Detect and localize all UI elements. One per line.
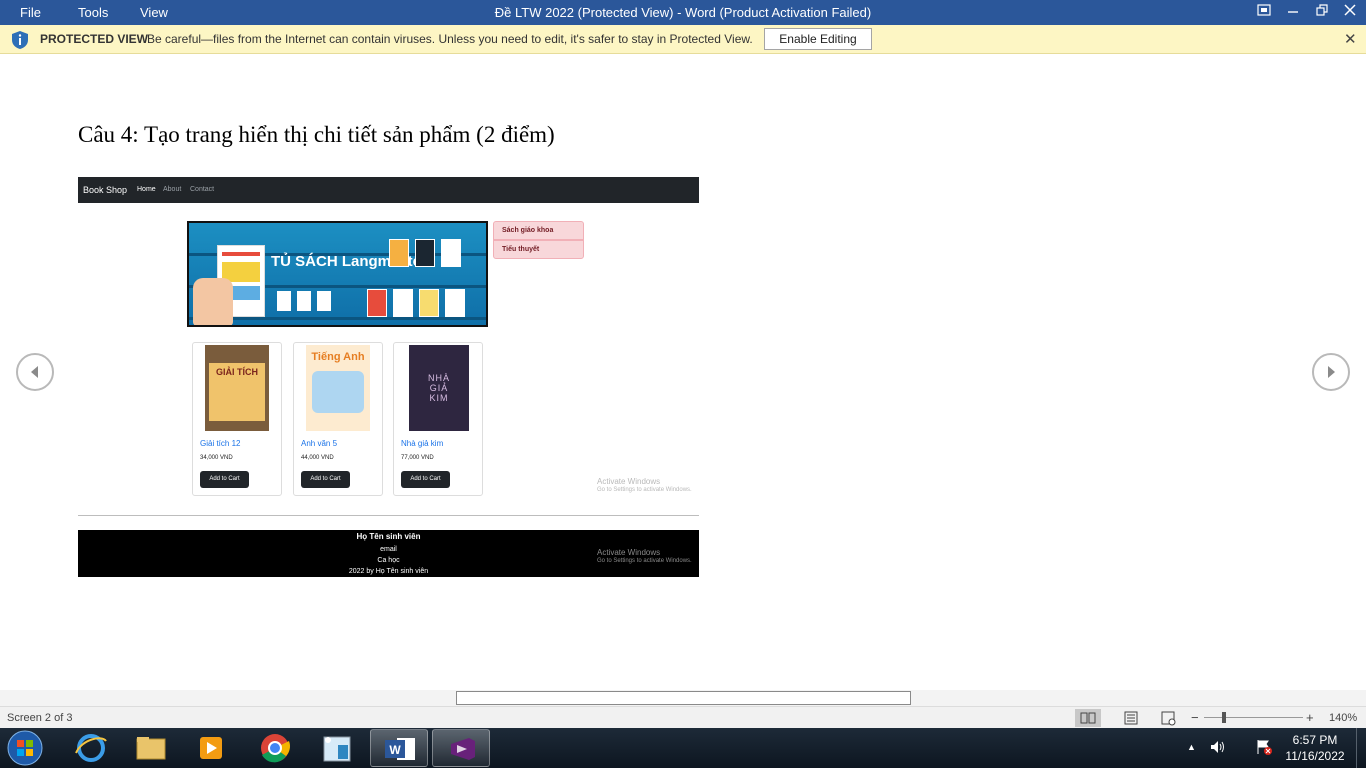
start-button[interactable] <box>2 729 50 767</box>
print-layout-icon[interactable] <box>1118 709 1144 727</box>
next-screen-button[interactable] <box>1312 353 1350 391</box>
action-center-flag-icon[interactable] <box>1255 738 1273 759</box>
chrome-icon[interactable] <box>246 729 304 767</box>
enable-editing-button[interactable]: Enable Editing <box>764 28 872 50</box>
minimize-icon[interactable] <box>1283 3 1303 21</box>
cover-title: GIẢI TÍCH <box>209 363 265 421</box>
windows-taskbar: W ▲ 6:57 PM 11/16/2022 <box>0 728 1366 768</box>
activate-subtitle: Go to Settings to activate Windows. <box>597 558 692 564</box>
activate-title: Activate Windows <box>597 477 661 486</box>
cover-title: NHÀ GIẢ KIM <box>427 373 450 403</box>
embedded-nav-about: About <box>163 186 182 193</box>
zoom-slider[interactable] <box>1204 717 1303 718</box>
chevron-right-icon <box>1328 366 1335 378</box>
footer-copyright: 2022 by Họ Tên sinh viên <box>348 568 429 575</box>
embedded-brand: Book Shop <box>83 185 128 195</box>
embedded-banner-image: TỦ SÁCH Langmaster <box>187 221 488 327</box>
product-cover-image: GIẢI TÍCH <box>205 345 269 431</box>
show-desktop-button[interactable] <box>1356 728 1366 768</box>
tray-expand-icon[interactable]: ▲ <box>1187 742 1196 752</box>
internet-explorer-icon[interactable] <box>62 729 120 767</box>
close-icon[interactable] <box>1340 3 1360 21</box>
title-bar: File Tools View Đề LTW 2022 (Protected V… <box>0 0 1366 25</box>
visual-studio-icon[interactable] <box>432 729 490 767</box>
activate-windows-watermark: Activate Windows Go to Settings to activ… <box>597 477 692 493</box>
zoom-level[interactable]: 140% <box>1329 712 1357 724</box>
product-cover-image: NHÀ GIẢ KIM <box>409 345 469 431</box>
screen-indicator: Screen 2 of 3 <box>7 712 73 724</box>
zoom-in-icon[interactable]: + <box>1306 710 1314 725</box>
dismiss-bar-icon[interactable]: ✕ <box>1344 30 1357 48</box>
web-layout-icon[interactable] <box>1155 709 1181 727</box>
activate-windows-watermark: Activate Windows Go to Settings to activ… <box>597 548 692 564</box>
embedded-nav-home: Home <box>137 186 156 193</box>
app-icon[interactable] <box>308 729 366 767</box>
product-name: Giải tích 12 <box>200 439 241 448</box>
product-price: 44,000 VND <box>301 455 334 461</box>
product-card: NHÀ GIẢ KIM Nhà giả kim 77,000 VND Add t… <box>393 342 483 496</box>
window-title: Đề LTW 2022 (Protected View) - Word (Pro… <box>494 5 872 20</box>
svg-text:W: W <box>389 743 401 757</box>
clock-time: 6:57 PM <box>1292 733 1338 747</box>
product-price: 77,000 VND <box>401 455 434 461</box>
product-name: Nhà giả kim <box>401 439 444 448</box>
word-icon[interactable]: W <box>370 729 428 767</box>
product-card: GIẢI TÍCH Giải tích 12 34,000 VND Add to… <box>192 342 282 496</box>
chevron-left-icon <box>31 366 38 378</box>
zoom-out-icon[interactable]: − <box>1191 710 1199 725</box>
protected-view-label: PROTECTED VIEW <box>40 32 149 46</box>
activate-title: Activate Windows <box>597 548 661 557</box>
activate-subtitle: Go to Settings to activate Windows. <box>597 487 692 493</box>
divider <box>78 515 699 516</box>
restore-icon[interactable] <box>1312 3 1332 21</box>
embedded-navbar: Book Shop Home About Contact <box>78 177 699 203</box>
fullscreen-icon[interactable] <box>1254 3 1274 21</box>
zoom-slider-thumb[interactable] <box>1222 712 1226 723</box>
document-heading: Câu 4: Tạo trang hiển thị chi tiết sản p… <box>78 122 555 147</box>
product-price: 34,000 VND <box>200 455 233 461</box>
footer-student-name: Họ Tên sinh viên <box>356 532 421 541</box>
volume-icon[interactable] <box>1209 738 1227 759</box>
protected-view-message: Be careful—files from the Internet can c… <box>147 32 753 46</box>
protected-view-bar: PROTECTED VIEW Be careful—files from the… <box>0 25 1366 54</box>
product-cover-image: Tiếng Anh <box>306 345 370 431</box>
shield-icon <box>10 30 30 50</box>
category-item: Sách giáo khoa <box>493 221 584 240</box>
previous-screen-button[interactable] <box>16 353 54 391</box>
cover-title: Tiếng Anh <box>311 351 365 363</box>
media-player-icon[interactable] <box>182 729 240 767</box>
status-bar: Screen 2 of 3 − + 140% <box>0 706 1366 728</box>
add-to-cart-button: Add to Cart <box>200 471 249 488</box>
clock-date: 11/16/2022 <box>1285 749 1345 763</box>
read-mode-icon[interactable] <box>1075 709 1101 727</box>
system-clock[interactable]: 6:57 PM 11/16/2022 <box>1280 732 1350 764</box>
scrollbar-thumb[interactable] <box>456 691 911 705</box>
category-item: Tiểu thuyết <box>493 240 584 259</box>
horizontal-scrollbar[interactable] <box>0 690 1366 706</box>
add-to-cart-button: Add to Cart <box>401 471 450 488</box>
product-card: Tiếng Anh Anh văn 5 44,000 VND Add to Ca… <box>293 342 383 496</box>
file-explorer-icon[interactable] <box>122 729 180 767</box>
add-to-cart-button: Add to Cart <box>301 471 350 488</box>
product-name: Anh văn 5 <box>301 439 338 448</box>
embedded-nav-contact: Contact <box>190 186 215 193</box>
